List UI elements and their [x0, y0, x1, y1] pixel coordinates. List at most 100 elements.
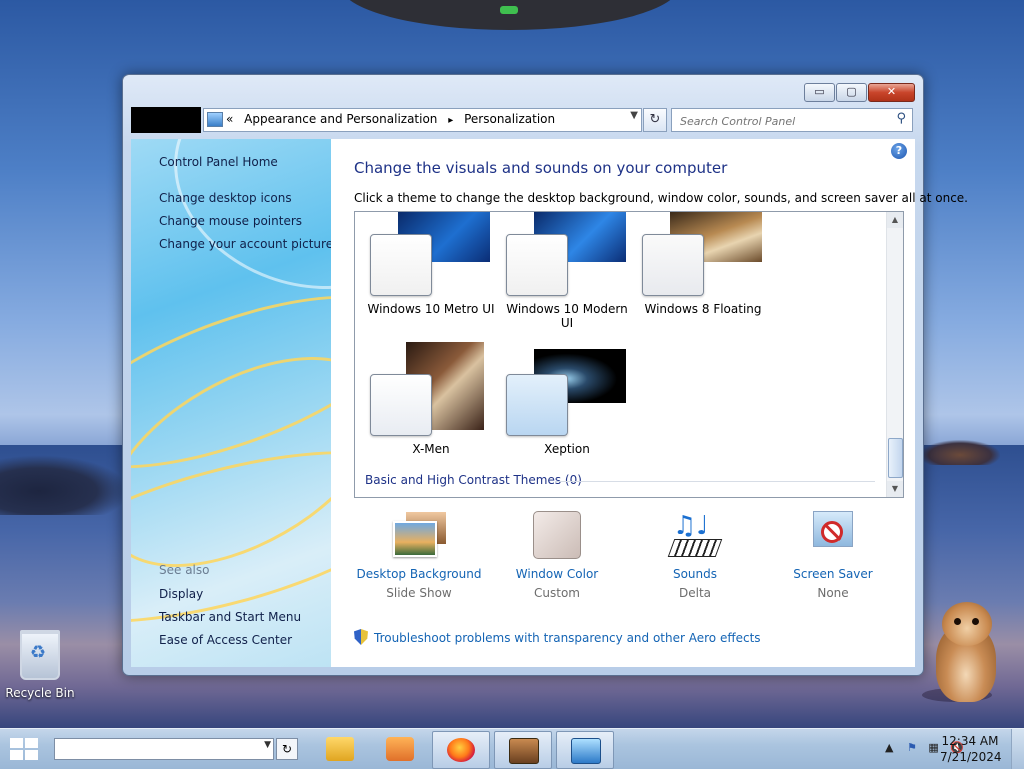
recycle-bin-icon [20, 630, 60, 680]
desktop-background-label[interactable]: Desktop Background [354, 567, 484, 581]
theme-name: Windows 10 Modern UI [506, 302, 628, 330]
taskbar-box-app[interactable] [494, 731, 552, 769]
wallpaper-rocks-right [920, 440, 1000, 465]
clock-time: 12:34 AM [941, 734, 999, 748]
control-panel-icon [571, 738, 601, 764]
recycle-bin-label: Recycle Bin [5, 686, 75, 700]
window-color-option[interactable]: Window Color Custom [492, 511, 622, 600]
sidebar: Control Panel Home Change desktop icons … [131, 139, 331, 667]
show-hidden-icons-icon[interactable]: ▲ [885, 741, 893, 754]
control-panel-icon [207, 112, 223, 127]
caption-buttons: ▭ ▢ ✕ [804, 83, 915, 102]
theme-name: Xeption [544, 442, 590, 456]
taskbar: ▼ ↻ ▲ ⚑ ▦ 🔇 12:34 AM 7/21/2024 [0, 728, 1024, 769]
theme-name: X-Men [412, 442, 450, 456]
window-color-value: Custom [534, 586, 580, 600]
main-content: ? Change the visuals and sounds on your … [331, 139, 968, 667]
desktop-background-option[interactable]: Desktop Background Slide Show [354, 511, 484, 600]
breadcrumb-item-appearance[interactable]: Appearance and Personalization [244, 112, 437, 126]
troubleshoot-label[interactable]: Troubleshoot problems with transparency … [374, 631, 761, 645]
start-button[interactable] [10, 738, 40, 760]
search-box: ⚲ [671, 108, 913, 132]
theme-color-swatch [370, 374, 432, 436]
theme-color-swatch [506, 234, 568, 296]
theme-scrollbar[interactable]: ▲ ▼ [886, 212, 903, 497]
box-app-icon [509, 738, 539, 764]
address-dropdown-icon[interactable]: ▼ [630, 110, 638, 121]
page-title: Change the visuals and sounds on your co… [354, 159, 728, 177]
theme-windows-10-modern[interactable]: Windows 10 Modern UI [506, 212, 636, 342]
theme-name: Windows 8 Floating [644, 302, 762, 316]
action-center-icon[interactable]: ⚑ [907, 741, 917, 754]
see-also-heading: See also [159, 563, 210, 577]
back-forward-buttons[interactable] [131, 107, 201, 133]
desktop-background-value: Slide Show [386, 586, 452, 600]
wallpaper-rocks [0, 455, 130, 515]
page-description: Click a theme to change the desktop back… [354, 191, 968, 205]
chevron-down-icon[interactable]: ▼ [264, 740, 271, 750]
theme-windows-8-floating[interactable]: Windows 8 Floating [642, 212, 772, 342]
theme-x-men[interactable]: X-Men [370, 342, 500, 482]
clock[interactable]: 12:34 AM 7/21/2024 [940, 733, 1002, 765]
search-icon[interactable]: ⚲ [896, 111, 906, 126]
sidebar-link-control-panel-home[interactable]: Control Panel Home [159, 155, 278, 169]
sidebar-link-taskbar[interactable]: Taskbar and Start Menu [159, 610, 301, 624]
theme-options: Desktop Background Slide Show Window Col… [354, 511, 914, 600]
basic-high-contrast-section[interactable]: Basic and High Contrast Themes (0) [365, 473, 582, 487]
scroll-thumb[interactable] [888, 438, 903, 478]
address-bar[interactable]: « Appearance and Personalization ▸ Perso… [203, 108, 642, 132]
sidebar-link-account-picture[interactable]: Change your account picture [159, 237, 331, 251]
help-icon[interactable]: ? [891, 143, 907, 159]
window-color-icon [529, 511, 585, 561]
network-icon[interactable]: ▦ [928, 741, 938, 754]
taskbar-address-input[interactable]: ▼ [54, 738, 274, 760]
close-button[interactable]: ✕ [868, 83, 915, 102]
screen-saver-option[interactable]: Screen Saver None [768, 511, 898, 600]
sidebar-link-display[interactable]: Display [159, 587, 203, 601]
firefox-icon [447, 738, 475, 762]
media-player-icon [386, 737, 414, 761]
personalization-window: ▭ ▢ ✕ « Appearance and Personalization ▸… [122, 74, 968, 676]
minimize-button[interactable]: ▭ [804, 83, 835, 102]
maximize-button[interactable]: ▢ [836, 83, 867, 102]
folder-icon [326, 737, 354, 761]
sounds-icon: ♫♩ [667, 511, 723, 561]
breadcrumb: « Appearance and Personalization ▸ Perso… [226, 112, 562, 126]
window-color-label[interactable]: Window Color [492, 567, 622, 581]
recycle-bin[interactable]: Recycle Bin [4, 630, 76, 700]
desktop-background-icon [391, 511, 447, 561]
taskbar-firefox[interactable] [432, 731, 490, 769]
windows-logo-icon [10, 738, 23, 748]
hamster-icon [942, 602, 992, 646]
hamster-gadget[interactable] [922, 600, 1008, 704]
theme-xeption[interactable]: Xeption [506, 349, 636, 482]
top-gadget [340, 0, 680, 30]
taskbar-refresh-button[interactable]: ↻ [276, 738, 298, 760]
sidebar-link-desktop-icons[interactable]: Change desktop icons [159, 191, 292, 205]
scroll-down-icon[interactable]: ▼ [887, 481, 903, 497]
sidebar-link-mouse-pointers[interactable]: Change mouse pointers [159, 214, 302, 228]
taskbar-control-panel[interactable] [556, 731, 614, 769]
show-desktop-button[interactable] [1011, 729, 1024, 769]
sounds-option[interactable]: ♫♩ Sounds Delta [630, 511, 760, 600]
screen-saver-value: None [817, 586, 849, 600]
shield-icon [354, 629, 368, 645]
troubleshoot-link[interactable]: Troubleshoot problems with transparency … [354, 629, 761, 645]
scroll-up-icon[interactable]: ▲ [887, 212, 903, 228]
screen-saver-icon [805, 511, 861, 561]
search-input[interactable] [678, 111, 882, 131]
breadcrumb-overflow[interactable]: « [226, 112, 233, 126]
breadcrumb-separator[interactable]: ▸ [448, 115, 453, 126]
screen-saver-label[interactable]: Screen Saver [768, 567, 898, 581]
sidebar-link-ease-of-access[interactable]: Ease of Access Center [159, 633, 292, 647]
clock-date: 7/21/2024 [940, 750, 1002, 764]
theme-gallery: Windows 10 Metro UI Windows 10 Modern UI… [354, 211, 904, 498]
taskbar-media-player[interactable] [372, 731, 428, 767]
sounds-value: Delta [678, 586, 711, 600]
taskbar-file-explorer[interactable] [312, 731, 368, 767]
breadcrumb-item-personalization[interactable]: Personalization [464, 112, 555, 126]
refresh-button[interactable]: ↻ [643, 108, 667, 132]
sounds-label[interactable]: Sounds [630, 567, 760, 581]
theme-windows-10-metro[interactable]: Windows 10 Metro UI [367, 212, 500, 342]
theme-name: Windows 10 Metro UI [367, 302, 495, 316]
